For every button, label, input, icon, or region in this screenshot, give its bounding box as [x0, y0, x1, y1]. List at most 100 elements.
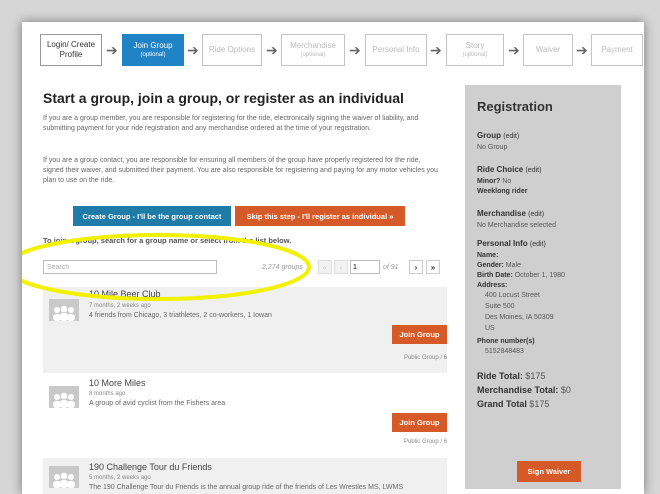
step-optional: (optional) [300, 52, 326, 58]
step-join-group[interactable]: Join Group (optional) [122, 34, 184, 66]
step-label: Waiver [535, 45, 561, 54]
group-description: 4 friends from Chicago, 3 triathletes, 2… [89, 312, 272, 319]
group-list-item: 10 Mile Beer Club 7 months, 2 weeks ago … [43, 287, 447, 373]
step-merchandise[interactable]: Merchandise (optional) [281, 34, 345, 66]
create-group-button[interactable]: Create Group - I'll be the group contact [73, 206, 231, 226]
address-label: Address: [477, 282, 508, 289]
merch-total-row: Merchandise Total: $0 [477, 385, 571, 395]
step-label: Login/ Create [46, 40, 96, 49]
edit-group-link[interactable]: (edit) [503, 133, 519, 140]
group-avatar-icon [49, 466, 79, 488]
sign-waiver-button[interactable]: Sign Waiver [517, 461, 581, 482]
arrow-right-icon: ➔ [508, 42, 520, 58]
group-count: 2,274 groups [262, 264, 303, 271]
minor-row: Minor? No [477, 177, 511, 186]
step-personal-info[interactable]: Personal Info [365, 34, 427, 66]
phone-row: Phone number(s) [477, 337, 535, 346]
group-list-item: 190 Challenge Tour du Friends 5 months, … [43, 458, 447, 494]
address-label-row: Address: [477, 281, 507, 290]
group-meta: Public Group / 6 [403, 439, 447, 445]
group-name[interactable]: 10 Mile Beer Club [89, 289, 161, 299]
arrow-right-icon: ➔ [106, 42, 118, 58]
step-label: Merchandise [290, 41, 336, 50]
gender-row: Gender: Male [477, 261, 521, 270]
group-description: A group of avid cyclist from the Fishers… [89, 400, 226, 407]
phone-value: 5152848483 [485, 348, 524, 355]
ride-section-title: Ride Choice (edit) [477, 165, 541, 174]
minor-value: No [502, 178, 512, 185]
address-line: 400 Locust Street [485, 292, 540, 299]
birth-label: Birth Date: [477, 272, 513, 279]
arrow-right-icon: ➔ [187, 42, 199, 58]
gender-label: Gender: [477, 262, 504, 269]
merch-total-value: $0 [560, 385, 571, 395]
group-time: 8 months ago [89, 391, 126, 397]
page-number-input[interactable] [350, 260, 380, 274]
arrow-right-icon: ➔ [349, 42, 361, 58]
phone-label: Phone number(s) [477, 338, 535, 345]
summary-title: Registration [477, 99, 553, 114]
ride-total-label: Ride Total: [477, 371, 523, 381]
merch-total-label: Merchandise Total: [477, 385, 559, 395]
step-label-line2: Profile [59, 50, 83, 59]
group-avatar-icon [49, 299, 79, 321]
gender-value: Male [505, 262, 521, 269]
step-label: Payment [601, 45, 633, 54]
group-member-paragraph: If you are a group member, you are respo… [43, 115, 419, 132]
arrow-right-icon: ➔ [266, 42, 278, 58]
join-group-button[interactable]: Join Group [392, 413, 447, 432]
registration-page: Login/ Create Profile ➔ Join Group (opti… [22, 22, 644, 494]
step-story[interactable]: Story (optional) [446, 34, 504, 66]
step-label: Story [465, 41, 485, 50]
personal-section-title: Personal Info (edit) [477, 239, 546, 248]
join-group-button[interactable]: Join Group [392, 325, 447, 344]
step-optional: (optional) [462, 52, 488, 58]
step-waiver[interactable]: Waiver [523, 34, 573, 66]
name-row: Name: [477, 251, 498, 260]
merch-value: No Merchandise selected [477, 222, 556, 229]
birth-row: Birth Date: October 1, 1980 [477, 271, 565, 280]
grand-total-label: Grand Total [477, 399, 527, 409]
group-list-item: 10 More Miles 8 months ago A group of av… [43, 376, 447, 454]
group-time: 7 months, 2 weeks ago [89, 303, 151, 309]
page-title: Start a group, join a group, or register… [43, 90, 404, 106]
arrow-right-icon: ➔ [576, 42, 588, 58]
address-line: Suite 500 [485, 303, 515, 310]
grand-total-row: Grand Total $175 [477, 399, 549, 409]
personal-label: Personal Info [477, 239, 528, 248]
step-login[interactable]: Login/ Create Profile [40, 34, 102, 66]
step-label: Join Group [133, 41, 173, 50]
step-payment[interactable]: Payment [591, 34, 643, 66]
group-value: No Group [477, 144, 508, 151]
group-contact-paragraph: If you are a group contact, you are resp… [43, 157, 438, 184]
group-name[interactable]: 190 Challenge Tour du Friends [89, 462, 212, 472]
skip-step-button[interactable]: Skip this step - I'll register as indivi… [235, 206, 405, 226]
address-line: Des Moines, IA 50309 [485, 314, 554, 321]
group-time: 5 months, 2 weeks ago [89, 475, 151, 481]
edit-ride-link[interactable]: (edit) [525, 167, 541, 174]
group-meta: Public Group / 6 [403, 355, 447, 361]
group-section-title: Group (edit) [477, 131, 519, 140]
last-page-button[interactable]: » [426, 260, 440, 274]
weeklong-label: Weeklong rider [477, 188, 528, 195]
next-page-button[interactable]: › [409, 260, 423, 274]
birth-value: October 1, 1980 [514, 272, 565, 279]
group-avatar-icon [49, 386, 79, 408]
merch-section-title: Merchandise (edit) [477, 209, 544, 218]
first-page-button[interactable]: « [318, 260, 332, 274]
group-search-input[interactable] [43, 260, 217, 274]
ride-total-row: Ride Total: $175 [477, 371, 545, 381]
group-name[interactable]: 10 More Miles [89, 378, 146, 388]
grand-total-value: $175 [529, 399, 550, 409]
edit-personal-link[interactable]: (edit) [530, 241, 546, 248]
prev-page-button[interactable]: ‹ [334, 260, 348, 274]
minor-label: Minor? [477, 178, 501, 185]
progress-steps: Login/ Create Profile ➔ Join Group (opti… [40, 34, 643, 84]
name-label: Name: [477, 252, 499, 259]
arrow-right-icon: ➔ [430, 42, 442, 58]
step-optional: (optional) [140, 52, 166, 58]
registration-summary: Registration Group (edit) No Group Ride … [465, 85, 621, 489]
merch-label: Merchandise [477, 209, 526, 218]
edit-merch-link[interactable]: (edit) [528, 211, 544, 218]
step-ride-options[interactable]: Ride Options [202, 34, 262, 66]
